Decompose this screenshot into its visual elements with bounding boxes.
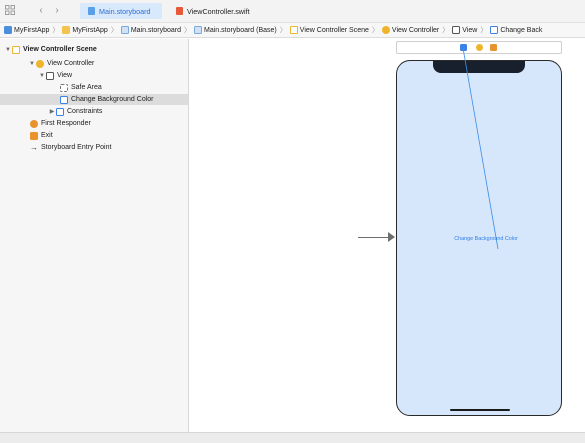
outline-item-label: View bbox=[57, 72, 73, 79]
view-icon bbox=[46, 71, 54, 80]
outline-item-label: Safe Area bbox=[71, 84, 102, 91]
storyboard-icon bbox=[88, 7, 95, 15]
breadcrumb-view-controller[interactable]: View Controller bbox=[381, 26, 440, 34]
breadcrumb-separator: 〉 bbox=[279, 27, 287, 34]
breadcrumb-view[interactable]: View bbox=[452, 26, 477, 34]
outline-item-label: Change Background Color bbox=[71, 96, 154, 103]
breadcrumb-separator: 〉 bbox=[52, 27, 60, 34]
breadcrumb-separator: 〉 bbox=[442, 27, 450, 34]
breadcrumb-label: MyFirstApp bbox=[72, 26, 108, 34]
breadcrumb-label: Main.storyboard bbox=[130, 26, 182, 34]
outline-item-scene[interactable]: ▼ View Controller Scene bbox=[0, 44, 188, 55]
outline-item-constraints[interactable]: ▶ Constraints bbox=[0, 106, 188, 117]
breadcrumb-button[interactable]: Change Back bbox=[490, 26, 542, 34]
outline-item-label: View Controller Scene bbox=[23, 46, 97, 53]
outline-item-label: View Controller bbox=[47, 60, 95, 67]
scene-icon bbox=[12, 45, 20, 54]
breadcrumb-separator: 〉 bbox=[480, 27, 488, 34]
breadcrumb-folder[interactable]: MyFirstApp bbox=[62, 26, 108, 34]
breadcrumb-separator: 〉 bbox=[371, 27, 379, 34]
disclosure-triangle-icon[interactable]: ▶ bbox=[48, 108, 56, 115]
grid-icon[interactable] bbox=[4, 5, 16, 17]
view-controller-icon bbox=[36, 59, 44, 68]
chevron-right-icon[interactable]: › bbox=[52, 5, 62, 17]
folder-icon bbox=[62, 26, 71, 34]
storyboard-icon bbox=[194, 26, 203, 34]
view-icon bbox=[452, 26, 461, 34]
disclosure-triangle-icon[interactable]: ▼ bbox=[38, 73, 46, 79]
outline-item-safe-area[interactable]: Safe Area bbox=[0, 82, 188, 93]
constraints-icon bbox=[56, 107, 64, 116]
breadcrumb-storyboard[interactable]: Main.storyboard bbox=[120, 26, 182, 34]
breadcrumb-label: View Controller bbox=[391, 26, 440, 34]
outline-item-label: Constraints bbox=[67, 108, 103, 115]
breadcrumb-scene[interactable]: View Controller Scene bbox=[289, 26, 369, 34]
outline-item-label: Storyboard Entry Point bbox=[41, 144, 112, 151]
tab-main-storyboard[interactable]: Main.storyboard bbox=[80, 3, 162, 19]
breadcrumb-label: Change Back bbox=[500, 26, 543, 34]
tab-viewcontroller-swift[interactable]: ViewController.swift bbox=[168, 3, 268, 19]
breadcrumb-storyboard-base[interactable]: Main.storyboard (Base) bbox=[194, 26, 277, 34]
storyboard-canvas[interactable]: Change Background Color bbox=[190, 39, 585, 432]
entry-arrow-icon: → bbox=[30, 143, 38, 152]
breadcrumb-separator: 〉 bbox=[184, 27, 192, 34]
exit-icon bbox=[30, 131, 38, 140]
tab-label: Main.storyboard bbox=[99, 6, 151, 16]
breadcrumb-label: Main.storyboard (Base) bbox=[204, 26, 277, 34]
disclosure-triangle-icon[interactable]: ▼ bbox=[28, 61, 36, 67]
outline-item-first-responder[interactable]: First Responder bbox=[0, 118, 188, 129]
breadcrumb-label: MyFirstApp bbox=[14, 26, 50, 34]
tab-label: ViewController.swift bbox=[187, 6, 250, 16]
bottom-bar bbox=[0, 432, 585, 443]
chevron-left-icon[interactable]: ‹ bbox=[36, 5, 46, 17]
storyboard-icon bbox=[120, 26, 129, 34]
scene-icon bbox=[289, 26, 298, 34]
swift-file-icon bbox=[176, 7, 183, 15]
connection-line bbox=[462, 47, 499, 250]
outline-item-view-controller[interactable]: ▼ View Controller bbox=[0, 58, 188, 69]
outline-item-change-background-color[interactable]: Change Background Color bbox=[0, 94, 188, 105]
outline-item-view[interactable]: ▼ View bbox=[0, 70, 188, 81]
button-icon bbox=[490, 26, 499, 34]
view-controller-icon bbox=[381, 26, 390, 34]
jump-bar: MyFirstApp 〉 MyFirstApp 〉 Main.storyboar… bbox=[0, 22, 585, 38]
breadcrumb-label: View Controller Scene bbox=[299, 26, 369, 34]
project-icon bbox=[4, 26, 12, 34]
safe-area-icon bbox=[60, 83, 68, 92]
breadcrumb-project[interactable]: MyFirstApp bbox=[4, 26, 49, 34]
outline-item-storyboard-entry-point[interactable]: → Storyboard Entry Point bbox=[0, 142, 188, 153]
outline-item-label: Exit bbox=[41, 132, 53, 139]
breadcrumb-label: View bbox=[462, 26, 478, 34]
disclosure-triangle-icon[interactable]: ▼ bbox=[4, 47, 12, 53]
outline-item-label: First Responder bbox=[41, 120, 91, 127]
first-responder-icon bbox=[30, 119, 38, 128]
button-icon bbox=[60, 95, 68, 104]
document-outline: ▼ View Controller Scene ▼ View Controlle… bbox=[0, 39, 189, 432]
outline-item-exit[interactable]: Exit bbox=[0, 130, 188, 141]
tab-bar: ‹ › Main.storyboard ViewController.swift bbox=[0, 0, 585, 22]
breadcrumb-separator: 〉 bbox=[110, 27, 118, 34]
